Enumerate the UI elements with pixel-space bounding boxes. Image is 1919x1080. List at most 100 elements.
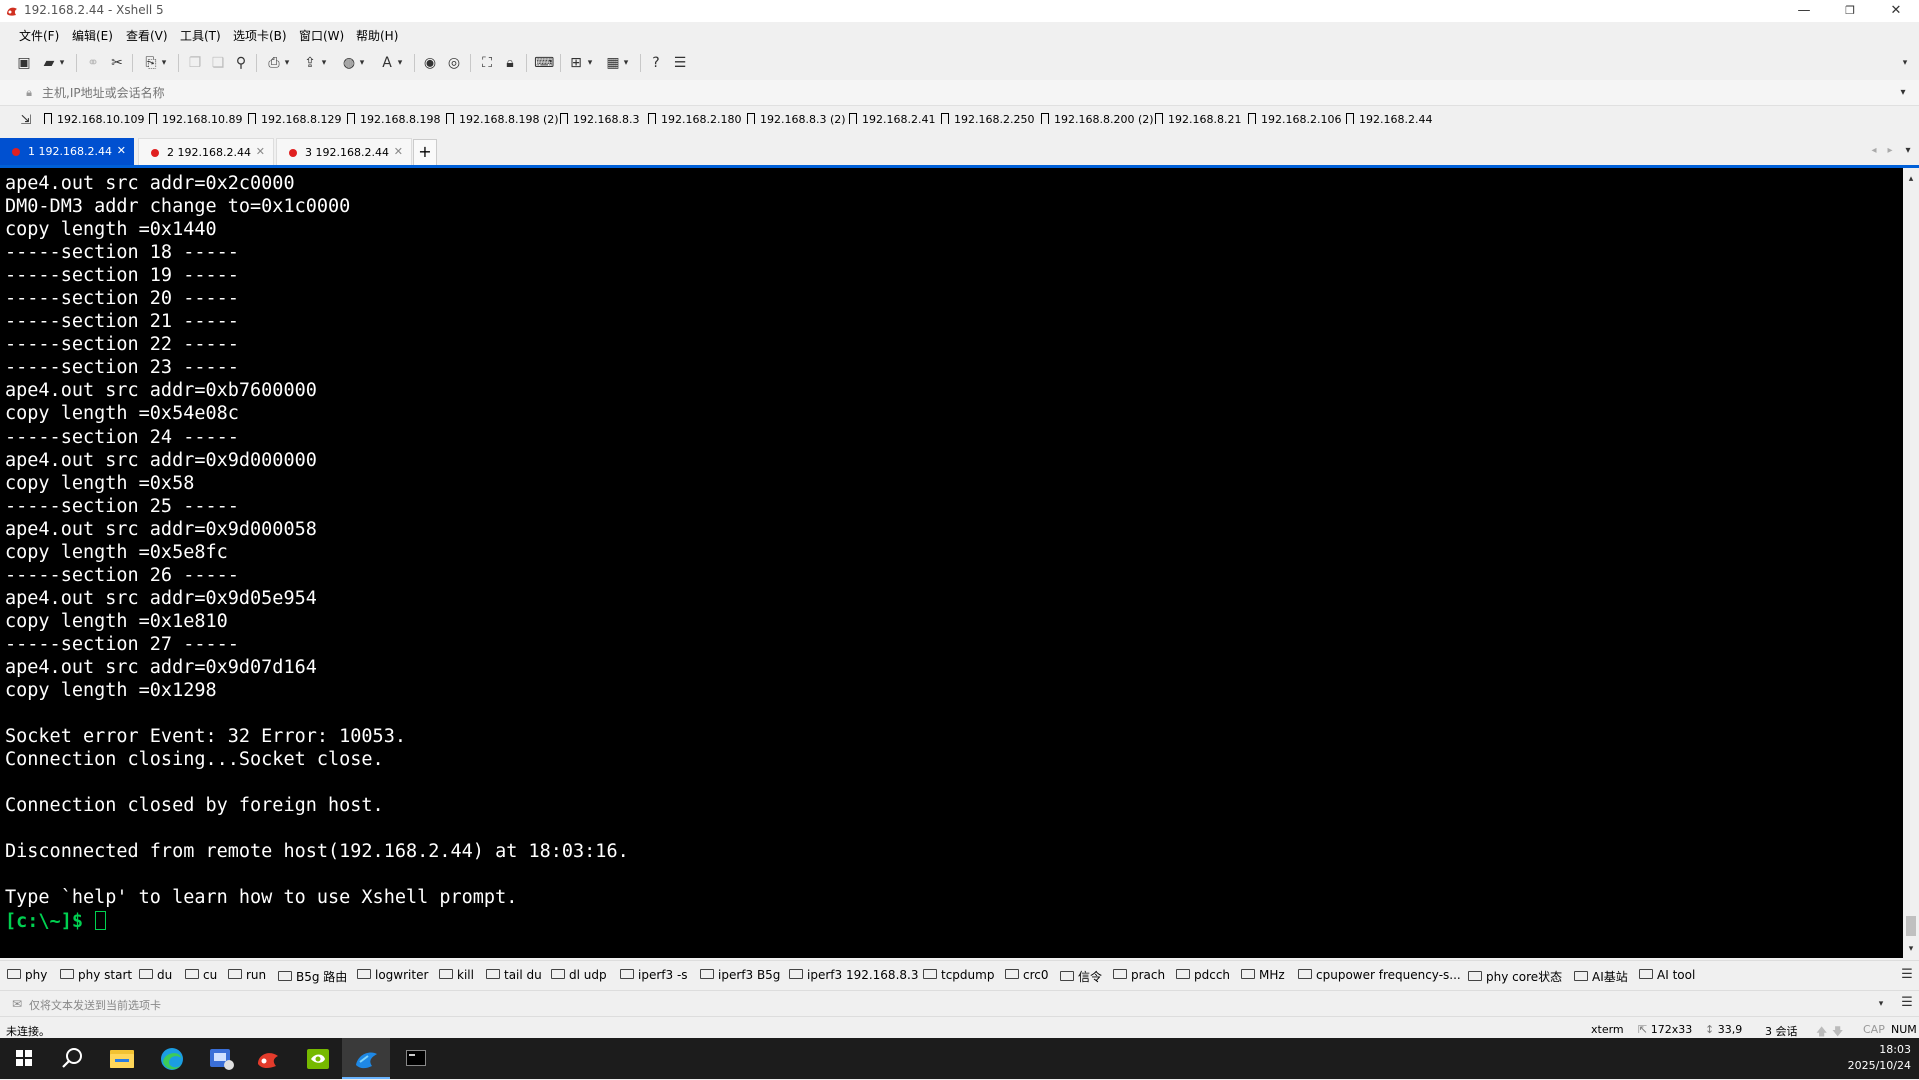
- chevron-down-icon[interactable]: ▾: [58, 54, 66, 72]
- xftp-icon[interactable]: ◉: [421, 54, 439, 72]
- taskbar-time[interactable]: 18:03: [1879, 1043, 1911, 1056]
- reconnect-icon[interactable]: ⚭: [84, 54, 102, 72]
- tab-session-3[interactable]: 3 192.168.2.44 ✕: [276, 138, 412, 165]
- globe-icon[interactable]: ◍: [340, 54, 358, 72]
- menu-icon[interactable]: ☰: [1898, 994, 1916, 1012]
- layout-icon[interactable]: ▦: [604, 54, 622, 72]
- quick-command-button[interactable]: B5g 路由: [278, 968, 347, 985]
- transfer-icon[interactable]: ⇪: [301, 54, 319, 72]
- toolbar-overflow-icon[interactable]: ▾: [1899, 54, 1911, 72]
- edge-browser-icon[interactable]: [148, 1038, 196, 1079]
- chevron-down-icon[interactable]: ▾: [320, 54, 328, 72]
- quick-command-button[interactable]: phy: [7, 968, 47, 982]
- quick-command-button[interactable]: iperf3 B5g: [700, 968, 780, 982]
- keyboard-icon[interactable]: ⌨: [534, 54, 554, 72]
- help-icon[interactable]: ?: [647, 54, 665, 72]
- bookmark-item[interactable]: 192.168.8.21: [1155, 113, 1241, 126]
- copy-icon[interactable]: ❐: [186, 54, 204, 72]
- chevron-down-icon[interactable]: ▾: [160, 54, 168, 72]
- open-folder-icon[interactable]: ▰: [40, 54, 58, 72]
- terminal-prompt-line[interactable]: [c:\~]$: [5, 910, 629, 933]
- tab-list-icon[interactable]: ▾: [1899, 142, 1917, 160]
- quick-command-button[interactable]: phy core状态: [1468, 968, 1562, 985]
- tab-scroll-right-icon[interactable]: ▸: [1881, 142, 1899, 160]
- bookmark-item[interactable]: 192.168.2.106: [1248, 113, 1341, 126]
- terminal-scrollbar[interactable]: ▴ ▾: [1903, 168, 1919, 958]
- quick-command-button[interactable]: run: [228, 968, 266, 982]
- add-tab-button[interactable]: +: [413, 139, 437, 166]
- menu-icon[interactable]: ☰: [1898, 966, 1916, 984]
- bookmark-item[interactable]: 192.168.2.44: [1346, 113, 1432, 126]
- session-manager-icon[interactable]: ⇲: [17, 112, 35, 130]
- menu-view[interactable]: 查看(V): [126, 27, 168, 44]
- bookmark-item[interactable]: 192.168.8.3: [560, 113, 639, 126]
- disconnect-icon[interactable]: ✂: [108, 54, 126, 72]
- quick-command-button[interactable]: du: [139, 968, 172, 982]
- quick-command-button[interactable]: MHz: [1241, 968, 1285, 982]
- menu-tabs[interactable]: 选项卡(B): [233, 27, 287, 44]
- new-session-icon[interactable]: ▣: [15, 54, 33, 72]
- tab-session-2[interactable]: 2 192.168.2.44 ✕: [138, 138, 274, 165]
- taskbar-date[interactable]: 2025/10/24: [1848, 1059, 1911, 1072]
- scroll-down-icon[interactable]: ▾: [1905, 940, 1917, 958]
- restore-button[interactable]: ❐: [1827, 0, 1873, 22]
- chevron-down-icon[interactable]: ▾: [1894, 84, 1912, 102]
- bookmark-item[interactable]: 192.168.8.200 (2): [1041, 113, 1154, 126]
- paste-icon[interactable]: ❏: [209, 54, 227, 72]
- close-tab-icon[interactable]: ✕: [117, 144, 126, 157]
- bookmark-item[interactable]: 192.168.8.3 (2): [747, 113, 846, 126]
- quick-command-button[interactable]: tcpdump: [923, 968, 994, 982]
- compose-icon[interactable]: ✉: [8, 995, 26, 1013]
- quick-command-button[interactable]: iperf3 -s: [620, 968, 688, 982]
- quick-command-button[interactable]: pdcch: [1176, 968, 1230, 982]
- add-tab-icon[interactable]: ⊞: [567, 54, 585, 72]
- vpn-client-icon[interactable]: [196, 1038, 244, 1079]
- quick-command-button[interactable]: 信令: [1060, 968, 1102, 985]
- quick-command-button[interactable]: kill: [439, 968, 474, 982]
- quick-command-button[interactable]: prach: [1113, 968, 1165, 982]
- xshell-taskbar-icon[interactable]: [244, 1038, 292, 1079]
- lock-icon[interactable]: 🔒︎: [501, 54, 519, 72]
- quick-command-button[interactable]: crc0: [1005, 968, 1049, 982]
- menu-window[interactable]: 窗口(W): [299, 27, 344, 44]
- bookmark-item[interactable]: 192.168.8.198 (2): [446, 113, 559, 126]
- bookmark-item[interactable]: 192.168.2.41: [849, 113, 935, 126]
- quick-command-button[interactable]: cpupower frequency-s...: [1298, 968, 1461, 982]
- minimize-button[interactable]: —: [1781, 0, 1827, 22]
- close-button[interactable]: ✕: [1873, 0, 1919, 22]
- script-icon[interactable]: ◎: [445, 54, 463, 72]
- compose-hint[interactable]: 仅将文本发送到当前选项卡: [29, 997, 161, 1013]
- bookmark-item[interactable]: 192.168.8.198: [347, 113, 440, 126]
- search-icon[interactable]: ⚲: [232, 54, 250, 72]
- terminal-app-icon[interactable]: [392, 1038, 440, 1079]
- quick-command-button[interactable]: AI基站: [1574, 968, 1628, 985]
- menu-help[interactable]: 帮助(H): [356, 27, 398, 44]
- chevron-down-icon[interactable]: ▾: [283, 54, 291, 72]
- search-icon[interactable]: [48, 1038, 96, 1079]
- terminal-view[interactable]: ape4.out src addr=0x2c0000 DM0-DM3 addr c…: [0, 168, 1903, 958]
- quick-command-button[interactable]: logwriter: [357, 968, 428, 982]
- bookmark-item[interactable]: 192.168.10.109: [44, 113, 144, 126]
- chat-icon[interactable]: ☰: [671, 54, 689, 72]
- scrollbar-thumb[interactable]: [1906, 916, 1916, 936]
- chevron-down-icon[interactable]: ▾: [1872, 995, 1890, 1013]
- quick-command-button[interactable]: iperf3 192.168.8.3: [789, 968, 918, 982]
- nvidia-icon[interactable]: [294, 1038, 342, 1079]
- taskbar-xshell-active[interactable]: [342, 1038, 390, 1079]
- quick-command-button[interactable]: phy start: [60, 968, 132, 982]
- properties-icon[interactable]: ⎘: [142, 54, 160, 72]
- fullscreen-icon[interactable]: ⛶: [478, 54, 496, 72]
- quick-command-button[interactable]: dl udp: [551, 968, 607, 982]
- scroll-up-icon[interactable]: ▴: [1905, 170, 1917, 188]
- chevron-down-icon[interactable]: ▾: [622, 54, 630, 72]
- bookmark-item[interactable]: 192.168.10.89: [149, 113, 242, 126]
- tab-session-1[interactable]: 1 192.168.2.44 ✕: [0, 138, 134, 165]
- close-tab-icon[interactable]: ✕: [394, 145, 403, 158]
- menu-edit[interactable]: 编辑(E): [72, 27, 113, 44]
- bookmark-item[interactable]: 192.168.8.129: [248, 113, 341, 126]
- quick-command-button[interactable]: AI tool: [1639, 968, 1695, 982]
- chevron-down-icon[interactable]: ▾: [586, 54, 594, 72]
- file-explorer-icon[interactable]: [98, 1038, 146, 1079]
- quick-command-button[interactable]: tail du: [486, 968, 542, 982]
- host-address-input[interactable]: [40, 84, 1884, 102]
